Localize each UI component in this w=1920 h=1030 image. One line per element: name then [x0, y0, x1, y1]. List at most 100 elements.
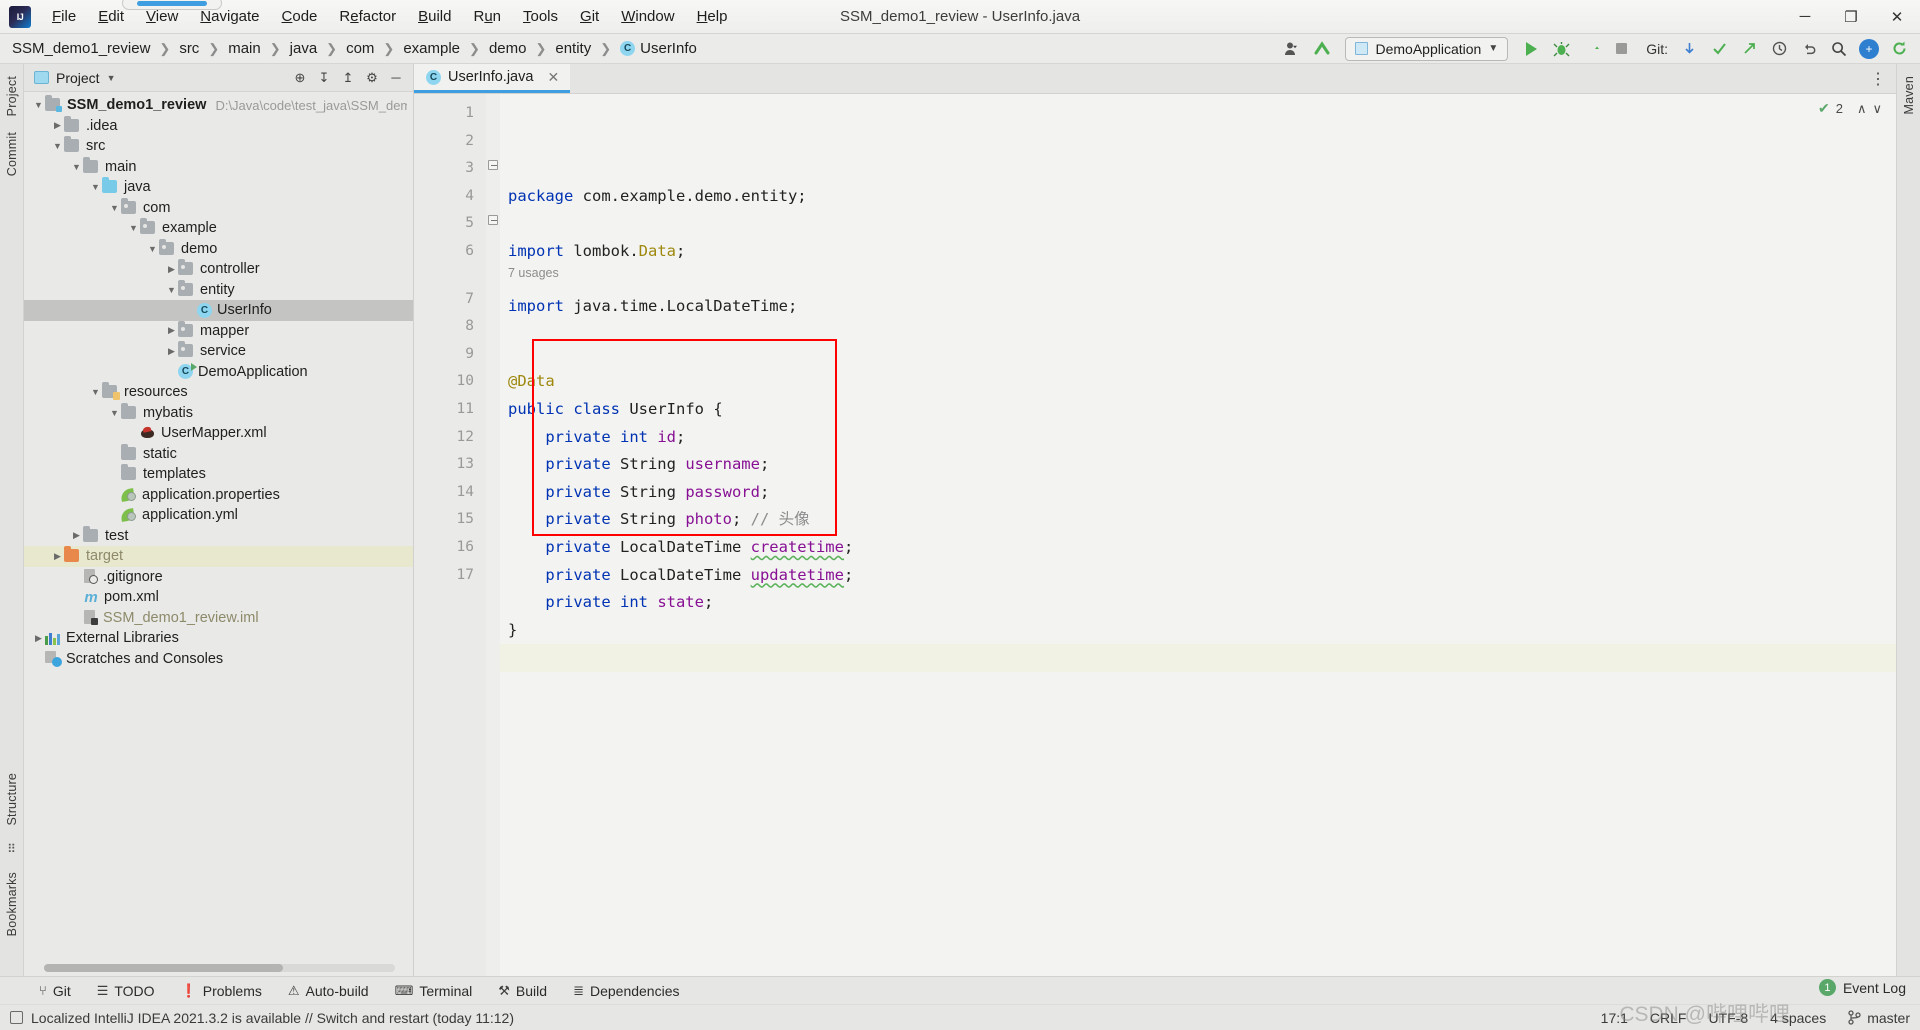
- code-line[interactable]: private String username;: [508, 451, 1896, 479]
- chevron-down-icon[interactable]: ▼: [70, 162, 83, 172]
- menu-build[interactable]: Build: [407, 5, 462, 28]
- minimize-button[interactable]: ─: [1782, 0, 1828, 33]
- notification-icon[interactable]: [10, 1011, 23, 1024]
- run-configuration-selector[interactable]: DemoApplication ▼: [1345, 36, 1509, 61]
- horizontal-scrollbar[interactable]: [44, 964, 395, 972]
- tree-node-static[interactable]: ▶ static: [24, 444, 413, 465]
- code-viewport[interactable]: 1 2 3 4 5 6 7 8 9 10 11 12 13 14 15 16 17 7 usages packa…: [414, 94, 1896, 976]
- expand-all-icon[interactable]: ↧: [313, 67, 335, 89]
- updates-arrow-icon[interactable]: [1309, 37, 1335, 61]
- code-line[interactable]: private LocalDateTime createtime;: [508, 534, 1896, 562]
- breadcrumb-item-com[interactable]: com: [342, 38, 378, 59]
- code-text[interactable]: 7 usages package com.example.demo.entity…: [500, 94, 1896, 976]
- tree-node-entity[interactable]: ▼ entity: [24, 280, 413, 301]
- chevron-down-icon[interactable]: ▼: [32, 100, 45, 110]
- history-clock-icon[interactable]: [1766, 37, 1792, 61]
- run-with-coverage-icon[interactable]: [1578, 37, 1604, 61]
- code-line[interactable]: import lombok.Data;: [508, 238, 1896, 266]
- rail-item-commit[interactable]: Commit: [3, 126, 21, 182]
- breadcrumb-item-example[interactable]: example: [399, 38, 464, 59]
- code-line[interactable]: @Data: [508, 368, 1896, 396]
- maximize-button[interactable]: ❐: [1828, 0, 1874, 33]
- git-update-icon[interactable]: [1676, 37, 1702, 61]
- tree-node-demo[interactable]: ▼ demo: [24, 239, 413, 260]
- inspection-widget[interactable]: ✔ 2 ∧ ∨: [1818, 100, 1882, 117]
- menu-code[interactable]: Code: [271, 5, 329, 28]
- menu-run[interactable]: Run: [462, 5, 512, 28]
- previous-problem-icon[interactable]: ∧: [1857, 101, 1867, 117]
- code-line[interactable]: import java.time.LocalDateTime;: [508, 293, 1896, 321]
- tree-node-java[interactable]: ▼ java: [24, 177, 413, 198]
- tool-window-problems[interactable]: ❗ Problems: [168, 980, 275, 1002]
- code-line[interactable]: [500, 644, 1896, 672]
- tree-node-src[interactable]: ▼ src: [24, 136, 413, 157]
- rail-item-project[interactable]: Project: [3, 70, 21, 122]
- account-icon[interactable]: [1279, 37, 1305, 61]
- chevron-right-icon[interactable]: ▶: [165, 346, 178, 357]
- caret-position[interactable]: 17:1: [1601, 1010, 1628, 1026]
- breadcrumb-item-java[interactable]: java: [286, 38, 322, 59]
- menu-file[interactable]: File: [41, 5, 87, 28]
- menu-refactor[interactable]: Refactor: [328, 5, 407, 28]
- code-line[interactable]: [508, 210, 1896, 238]
- rail-item-maven[interactable]: Maven: [1900, 70, 1918, 121]
- menu-window[interactable]: Window: [610, 5, 685, 28]
- chevron-right-icon[interactable]: ▶: [165, 325, 178, 336]
- tool-window-todo[interactable]: ☰ TODO: [84, 980, 168, 1002]
- select-opened-file-icon[interactable]: ⊕: [289, 67, 311, 89]
- chevron-down-icon[interactable]: ▼: [108, 203, 121, 213]
- project-tree[interactable]: ▼ SSM_demo1_review D:\Java\code\test_java\…: [24, 92, 413, 976]
- usages-inlay-hint[interactable]: 7 usages: [508, 267, 559, 280]
- fold-marker-icon[interactable]: [488, 160, 498, 170]
- code-line[interactable]: }: [508, 617, 1896, 645]
- line-separator[interactable]: CRLF: [1650, 1010, 1687, 1026]
- chevron-right-icon[interactable]: ▶: [32, 633, 45, 644]
- tree-node-target[interactable]: ▶ target: [24, 546, 413, 567]
- fold-marker-icon[interactable]: [488, 215, 498, 225]
- breadcrumb-item-src[interactable]: src: [175, 38, 203, 59]
- code-line[interactable]: private LocalDateTime updatetime;: [508, 562, 1896, 590]
- tool-window-terminal[interactable]: ⌨ Terminal: [382, 980, 486, 1002]
- status-message[interactable]: Localized IntelliJ IDEA 2021.3.2 is avai…: [31, 1010, 514, 1026]
- tree-node-test[interactable]: ▶ test: [24, 526, 413, 547]
- git-commit-check-icon[interactable]: [1706, 37, 1732, 61]
- chevron-right-icon[interactable]: ▶: [51, 120, 64, 131]
- breadcrumb-item-demo[interactable]: demo: [485, 38, 531, 59]
- tool-window-git[interactable]: ⑂ Git: [26, 980, 84, 1002]
- tree-node-controller[interactable]: ▶ controller: [24, 259, 413, 280]
- debug-bug-icon[interactable]: [1548, 37, 1574, 61]
- tree-node-ssm-demo1-review[interactable]: ▼ SSM_demo1_review D:\Java\code\test_java\…: [24, 95, 413, 116]
- menu-tools[interactable]: Tools: [512, 5, 569, 28]
- code-line[interactable]: public class UserInfo {: [508, 396, 1896, 424]
- chevron-down-icon[interactable]: ▼: [165, 285, 178, 295]
- code-line[interactable]: private int state;: [508, 589, 1896, 617]
- tree-node-demoapplication[interactable]: ▶C DemoApplication: [24, 362, 413, 383]
- git-branch-widget[interactable]: master: [1848, 1010, 1910, 1026]
- rail-item-structure[interactable]: Structure: [3, 767, 21, 832]
- code-line[interactable]: private String password;: [508, 479, 1896, 507]
- tree-node-pom-xml[interactable]: ▶m pom.xml: [24, 587, 413, 608]
- code-folding-column[interactable]: [486, 94, 500, 976]
- file-encoding[interactable]: UTF-8: [1708, 1010, 1748, 1026]
- chevron-down-icon[interactable]: ▼: [127, 223, 140, 233]
- tree-node-resources[interactable]: ▼ resources: [24, 382, 413, 403]
- breadcrumb-item-main[interactable]: main: [224, 38, 265, 59]
- event-log-widget[interactable]: 1 Event Log: [1818, 979, 1906, 996]
- tree-node-userinfo[interactable]: ▶C UserInfo: [24, 300, 413, 321]
- tool-window-auto-build[interactable]: ⚠ Auto-build: [275, 980, 382, 1002]
- sync-icon[interactable]: [1886, 37, 1912, 61]
- chevron-right-icon[interactable]: ▶: [165, 264, 178, 275]
- tree-node-external-libraries[interactable]: ▶ External Libraries: [24, 628, 413, 649]
- more-options-icon[interactable]: ⋮: [1870, 69, 1888, 89]
- tab-userinfo-java[interactable]: C UserInfo.java ✕: [414, 64, 571, 93]
- tree-node-main[interactable]: ▼ main: [24, 157, 413, 178]
- tree-node-example[interactable]: ▼ example: [24, 218, 413, 239]
- code-line[interactable]: [508, 321, 1896, 349]
- code-line[interactable]: package com.example.demo.entity;: [508, 183, 1896, 211]
- tool-window-build[interactable]: ⚒ Build: [485, 980, 560, 1002]
- settings-gear-icon[interactable]: ⚙: [361, 67, 383, 89]
- run-green-triangle-icon[interactable]: [1518, 37, 1544, 61]
- tree-node-usermapper-xml[interactable]: ▶ UserMapper.xml: [24, 423, 413, 444]
- tree-node-service[interactable]: ▶ service: [24, 341, 413, 362]
- chevron-down-icon[interactable]: ▼: [146, 244, 159, 254]
